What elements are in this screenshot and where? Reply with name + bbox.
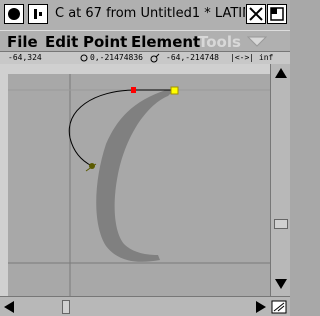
glyph-background-c (96, 90, 174, 262)
close-x-button[interactable] (246, 4, 266, 24)
menu-more-icon[interactable] (246, 35, 268, 48)
scroll-up-arrow-icon[interactable] (274, 67, 288, 79)
vertical-scrollbar[interactable] (270, 64, 290, 296)
point-marker[interactable] (131, 87, 136, 93)
menu-edit[interactable]: Edit (45, 33, 78, 51)
glyph-drawing (8, 74, 270, 296)
horizontal-scrollbar[interactable] (0, 296, 290, 316)
horizontal-scroll-thumb[interactable] (62, 300, 70, 314)
minimize-button[interactable] (28, 4, 48, 24)
menu-point[interactable]: Point (83, 33, 127, 51)
glyph-canvas[interactable] (8, 74, 270, 296)
close-x-icon (249, 7, 263, 21)
start-point[interactable] (170, 86, 179, 95)
menu-element[interactable]: Element (131, 33, 200, 51)
title-bar: C at 67 from Untitled1 * LATIN CA (0, 0, 290, 31)
vertical-scroll-thumb[interactable] (274, 219, 288, 229)
cursor-position: -64,324 (8, 53, 42, 62)
maximize-button[interactable] (267, 4, 287, 24)
left-ruler (0, 74, 8, 296)
selected-point-position: 0,-21474836 (90, 53, 143, 62)
scroll-down-arrow-icon[interactable] (274, 278, 288, 290)
minimize-icon (34, 9, 42, 19)
top-ruler (0, 64, 290, 74)
scroll-left-arrow-icon[interactable] (3, 300, 15, 314)
scroll-right-arrow-icon[interactable] (255, 300, 267, 314)
reference-offset: -64,-214748 (166, 53, 219, 62)
window-menu-icon (8, 8, 20, 20)
window-menu-button[interactable] (4, 4, 24, 24)
menu-file[interactable]: File (7, 33, 38, 51)
reference-point-icon (150, 53, 160, 63)
window-title: C at 67 from Untitled1 * LATIN CA (55, 6, 245, 21)
selected-point-icon (80, 54, 88, 62)
distance-readout: |<->| inf (230, 53, 274, 62)
glyph-window: C at 67 from Untitled1 * LATIN CA File E… (0, 0, 290, 316)
menu-tools[interactable]: Tools (198, 33, 241, 51)
menu-bar: File Edit Point Element Tools (0, 30, 290, 52)
maximize-icon (270, 7, 284, 21)
resize-grip-icon[interactable] (271, 300, 287, 314)
